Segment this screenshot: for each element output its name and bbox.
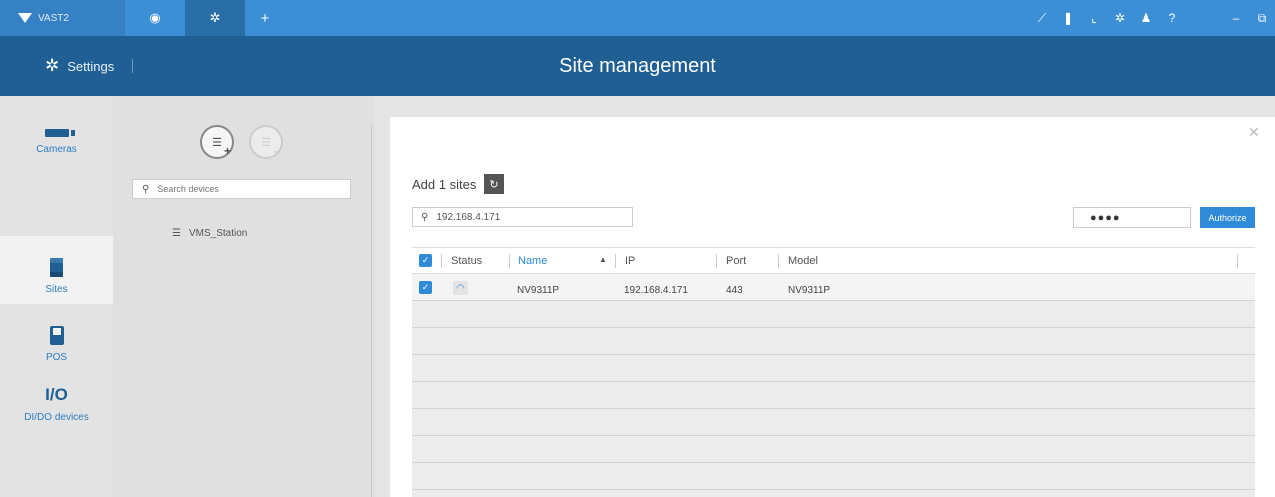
dialog-title: Add 1 sites [412, 177, 477, 192]
minus-badge-icon: – [273, 144, 280, 158]
close-icon[interactable]: ✕ [1248, 124, 1260, 141]
alarm-icon[interactable]: ❚ [1055, 11, 1081, 25]
refresh-icon: ↻ [489, 178, 499, 191]
nav-label-sites: Sites [45, 284, 68, 295]
device-search-input[interactable] [157, 184, 338, 194]
cell-port: 443 [726, 285, 743, 296]
column-header-model[interactable]: Model [788, 255, 818, 267]
empty-row [412, 328, 1255, 355]
remove-site-button[interactable]: ☰ – [249, 125, 283, 159]
minimize-icon[interactable]: – [1223, 11, 1249, 25]
cell-name: NV9311P [517, 285, 560, 296]
ip-search-field[interactable]: ⚲ 192.168.4.171 [412, 207, 633, 227]
empty-row [412, 409, 1255, 436]
column-divider [1237, 254, 1238, 268]
empty-row [412, 301, 1255, 328]
refresh-button[interactable]: ↻ [484, 174, 504, 194]
empty-row [412, 382, 1255, 409]
server-icon [50, 258, 63, 277]
site-tree-panel [113, 96, 375, 497]
connecting-spinner-icon: ◠ [453, 281, 468, 295]
nav-item-pos[interactable]: POS [0, 304, 113, 372]
io-icon: I/O [45, 385, 68, 404]
panel-divider [371, 125, 372, 497]
camera-icon [44, 129, 75, 137]
nav-item-sites[interactable]: Sites [0, 236, 113, 304]
header-divider [132, 59, 133, 73]
settings-breadcrumb: ✲ Settings [45, 36, 114, 96]
column-divider [615, 254, 616, 268]
nav-item-io[interactable]: I/O DI/DO devices [0, 372, 113, 432]
password-field[interactable]: ●●●● [1073, 207, 1191, 228]
user-icon[interactable]: ♟ [1133, 11, 1159, 25]
ip-search-value: 192.168.4.171 [436, 211, 501, 223]
tab-liveview[interactable]: ◉ [125, 0, 185, 36]
page-title: Site management [559, 54, 716, 77]
top-bar: VAST2 ◉ ✲ + ⟋ ❚ ⌞ ✲ ♟ ? – ⧉ [0, 0, 1275, 36]
settings-icon[interactable]: ✲ [1107, 11, 1133, 25]
nav-label-pos: POS [45, 352, 68, 363]
app-brand: VAST2 [0, 0, 125, 36]
help-icon[interactable]: ? [1159, 11, 1185, 25]
empty-row [412, 436, 1255, 463]
authorize-button[interactable]: Authorize [1200, 207, 1255, 228]
column-divider [441, 254, 442, 268]
list-icon: ☰ [212, 136, 222, 149]
tree-item-site[interactable]: ☰ VMS_Station [172, 228, 247, 239]
page-header: Site management ✲ Settings [0, 36, 1275, 96]
select-all-checkbox[interactable]: ✓ [419, 254, 432, 267]
cell-model: NV9311P [788, 285, 831, 296]
column-divider [778, 254, 779, 268]
app-name: VAST2 [38, 12, 69, 24]
row-checkbox[interactable]: ✓ [419, 281, 432, 294]
nav-item-cameras[interactable]: Cameras [0, 96, 113, 164]
sort-ascending-icon: ▲ [599, 255, 607, 264]
column-divider [716, 254, 717, 268]
empty-row [412, 355, 1255, 382]
tree-item-label: VMS_Station [188, 228, 248, 239]
column-header-ip[interactable]: IP [625, 255, 635, 267]
plus-icon: + [260, 9, 270, 27]
column-header-name[interactable]: Name [518, 255, 547, 267]
server-icon: ☰ [172, 228, 181, 239]
receipt-icon [49, 326, 64, 345]
add-tab-button[interactable]: + [245, 0, 285, 36]
search-icon: ⚲ [142, 183, 150, 195]
restore-icon[interactable]: ⧉ [1249, 11, 1275, 26]
network-status-icon[interactable]: ⟋ [1029, 11, 1055, 26]
search-icon: ⚲ [421, 211, 429, 223]
device-search-box: ⚲ [132, 179, 351, 199]
gear-icon: ✲ [209, 10, 221, 25]
nav-label-io: DI/DO devices [24, 412, 89, 423]
column-header-status[interactable]: Status [451, 255, 482, 267]
nav-label-cameras: Cameras [36, 144, 77, 155]
settings-gear-icon: ✲ [45, 56, 60, 75]
cell-ip: 192.168.4.171 [624, 285, 688, 296]
column-header-port[interactable]: Port [726, 255, 746, 267]
column-divider [509, 254, 510, 268]
eye-icon: ◉ [149, 10, 161, 25]
tab-settings[interactable]: ✲ [185, 0, 245, 36]
add-site-button[interactable]: ☰ + [200, 125, 234, 159]
chart-icon[interactable]: ⌞ [1081, 11, 1107, 25]
vivotek-logo-icon [18, 13, 32, 23]
top-right-toolbar: ⟋ ❚ ⌞ ✲ ♟ ? – ⧉ [1029, 0, 1275, 36]
list-icon: ☰ [261, 136, 271, 149]
empty-row [412, 463, 1255, 490]
settings-label: Settings [67, 58, 115, 74]
plus-badge-icon: + [223, 144, 231, 158]
